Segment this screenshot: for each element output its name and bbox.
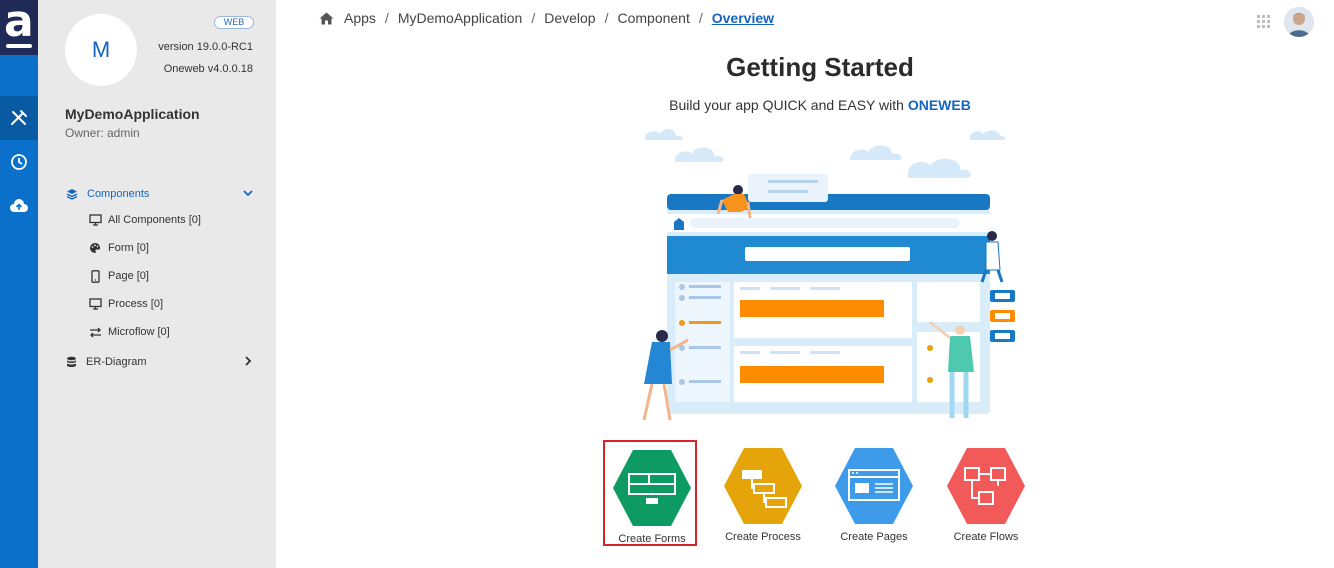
breadcrumb-component[interactable]: Component xyxy=(617,10,689,26)
create-flows-button[interactable]: Create Flows xyxy=(939,440,1033,546)
history-icon[interactable] xyxy=(0,140,38,184)
brand-name: ONEWEB xyxy=(907,97,971,113)
platform-badge: WEB xyxy=(214,16,254,29)
process-icon xyxy=(724,448,802,524)
chevron-down-icon xyxy=(243,190,253,197)
getting-started-illustration xyxy=(642,128,1015,421)
er-diagram-section[interactable]: ER-Diagram xyxy=(66,354,256,370)
breadcrumb-apps[interactable]: Apps xyxy=(344,10,376,26)
apps-grid-icon[interactable] xyxy=(1257,15,1271,34)
monitor-icon xyxy=(88,297,102,311)
chevron-right-icon xyxy=(245,356,252,366)
create-forms-button[interactable]: Create Forms xyxy=(603,440,697,546)
sidebar-item-form[interactable]: Form [0] xyxy=(88,240,149,256)
page-icon xyxy=(835,448,913,524)
components-label: Components xyxy=(87,188,150,200)
create-process-label: Create Process xyxy=(725,531,801,543)
flow-icon xyxy=(947,448,1025,524)
breadcrumb-separator: / xyxy=(384,10,389,26)
breadcrumb-develop[interactable]: Develop xyxy=(544,10,595,26)
create-flows-label: Create Flows xyxy=(953,531,1019,543)
database-icon xyxy=(67,356,76,367)
sidebar-item-all-components[interactable]: All Components [0] xyxy=(88,212,201,228)
sidebar-item-label: Process [0] xyxy=(108,298,164,310)
palette-icon xyxy=(88,241,102,255)
user-avatar[interactable] xyxy=(1284,7,1314,37)
er-diagram-label: ER-Diagram xyxy=(86,356,147,368)
sidebar-item-process[interactable]: Process [0] xyxy=(88,296,163,312)
create-pages-button[interactable]: Create Pages xyxy=(827,440,921,546)
breadcrumb: Apps / MyDemoApplication / Develop / Com… xyxy=(319,9,774,27)
monitor-icon xyxy=(88,213,102,227)
home-icon[interactable] xyxy=(319,12,334,25)
page-subtitle: Build your app QUICK and EASY with ONEWE… xyxy=(669,97,971,113)
cloud-upload-icon[interactable] xyxy=(0,184,38,228)
layers-icon xyxy=(66,189,78,200)
page-title: Getting Started xyxy=(726,52,914,82)
app-owner: Owner: admin xyxy=(65,126,140,140)
create-forms-label: Create Forms xyxy=(618,533,686,545)
app-rail: a xyxy=(0,0,56,568)
breadcrumb-app[interactable]: MyDemoApplication xyxy=(398,10,523,26)
create-process-button[interactable]: Create Process xyxy=(716,440,810,546)
sidebar-item-microflow[interactable]: Microflow [0] xyxy=(88,324,170,340)
form-icon xyxy=(613,450,691,526)
sidebar-item-label: Form [0] xyxy=(108,242,149,254)
sidebar-item-label: Microflow [0] xyxy=(108,326,170,338)
breadcrumb-current[interactable]: Overview xyxy=(712,10,774,26)
breadcrumb-separator: / xyxy=(531,10,536,26)
exchange-icon xyxy=(88,325,102,339)
breadcrumb-separator: / xyxy=(698,10,703,26)
sidebar: M WEB version 19.0.0-RC1 Oneweb v4.0.0.1… xyxy=(38,0,276,568)
components-section[interactable]: Components xyxy=(66,186,256,202)
create-pages-label: Create Pages xyxy=(840,531,908,543)
sidebar-item-label: Page [0] xyxy=(108,270,149,282)
sidebar-item-label: All Components [0] xyxy=(108,214,201,226)
mobile-icon xyxy=(88,269,102,283)
sidebar-item-page[interactable]: Page [0] xyxy=(88,268,149,284)
breadcrumb-separator: / xyxy=(604,10,609,26)
